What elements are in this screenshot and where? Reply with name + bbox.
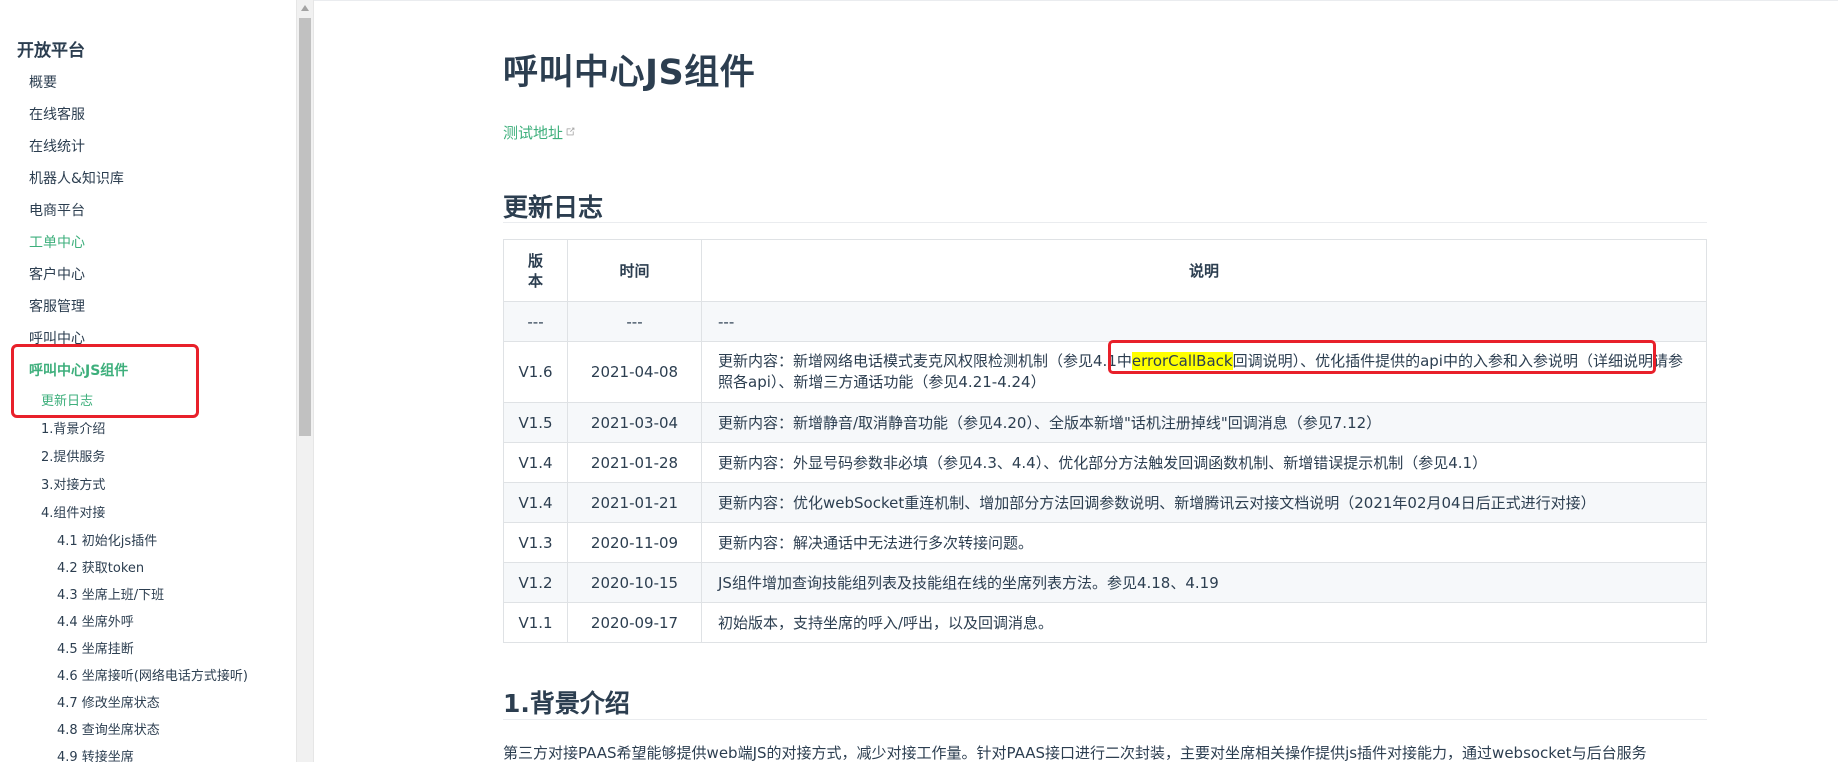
cell-date: 2021-01-28 (567, 442, 702, 483)
cell-version: V1.3 (503, 522, 568, 563)
table-row: V1.6 2021-04-08 更新内容：新增网络电话模式麦克风权限检测机制（参… (503, 341, 1707, 403)
desc-part-a: 更新内容：新增网络电话模式麦克风权限检测机制（参见4.1中 (718, 352, 1132, 370)
sidebar-subsubitem[interactable]: 4.7 修改坐席状态 (0, 690, 296, 717)
cell-desc: --- (701, 301, 1707, 342)
cell-date: 2020-11-09 (567, 522, 702, 563)
col-header-date: 时间 (567, 239, 702, 302)
page-title: 呼叫中心JS组件 (503, 53, 756, 93)
sidebar-subsubitem[interactable]: 4.5 坐席挂断 (0, 636, 296, 663)
table-row: V1.4 2021-01-21 更新内容：优化webSocket重连机制、增加部… (503, 482, 1707, 523)
scrollbar-thumb[interactable] (299, 18, 311, 436)
table-row: V1.2 2020-10-15 JS组件增加查询技能组列表及技能组在线的坐席列表… (503, 562, 1707, 603)
sidebar-subsubitem[interactable]: 4.3 坐席上班/下班 (0, 582, 296, 609)
col-header-version: 版本 (503, 239, 568, 302)
background-heading-divider (503, 719, 1707, 720)
sidebar-subsubnav: 4.1 初始化js插件 4.2 获取token 4.3 坐席上班/下班 4.4 … (0, 528, 296, 762)
sidebar-item-agent-management[interactable]: 客服管理 (0, 291, 296, 323)
background-paragraph: 第三方对接PAAS希望能够提供web端JS的对接方式，减少对接工作量。针对PAA… (503, 744, 1647, 762)
cell-version: V1.2 (503, 562, 568, 603)
cell-date: 2021-01-21 (567, 482, 702, 523)
changelog-heading-divider (503, 222, 1707, 223)
sidebar-title: 开放平台 (17, 41, 85, 61)
changelog-table: 版本 时间 说明 --- --- --- V1.6 2021-04-08 更新内… (503, 239, 1707, 643)
cell-date: 2020-09-17 (567, 602, 702, 643)
sidebar-item-ecommerce[interactable]: 电商平台 (0, 195, 296, 227)
cell-date: 2020-10-15 (567, 562, 702, 603)
sidebar-item-online-service[interactable]: 在线客服 (0, 99, 296, 131)
top-divider (314, 0, 1838, 1)
sidebar-nav: 概要 在线客服 在线统计 机器人&知识库 电商平台 工单中心 客户中心 客服管理… (0, 67, 296, 387)
sidebar-item-ticket-center[interactable]: 工单中心 (0, 227, 296, 259)
sidebar-item-overview[interactable]: 概要 (0, 67, 296, 99)
sidebar-subitem-services[interactable]: 2.提供服务 (0, 444, 296, 472)
sidebar-subsubitem[interactable]: 4.9 转接坐席 (0, 744, 296, 762)
cell-version: V1.4 (503, 442, 568, 483)
cell-date: 2021-04-08 (567, 341, 702, 403)
sidebar-item-call-center[interactable]: 呼叫中心 (0, 323, 296, 355)
changelog-heading: 更新日志 (503, 193, 604, 222)
sidebar-subsubitem[interactable]: 4.1 初始化js插件 (0, 528, 296, 555)
test-address-label: 测试地址 (503, 124, 564, 142)
sidebar-scrollbar[interactable] (296, 0, 314, 762)
sidebar-item-robot-knowledge[interactable]: 机器人&知识库 (0, 163, 296, 195)
sidebar-subsubitem[interactable]: 4.4 坐席外呼 (0, 609, 296, 636)
table-row: --- --- --- (503, 301, 1707, 342)
cell-desc: 更新内容：外显号码参数非必填（参见4.3、4.4）、优化部分方法触发回调函数机制… (701, 442, 1707, 483)
external-link-icon (566, 127, 575, 136)
table-row: V1.5 2021-03-04 更新内容：新增静音/取消静音功能（参见4.20）… (503, 402, 1707, 443)
test-address-link[interactable]: 测试地址 (503, 122, 576, 143)
cell-desc: 更新内容：优化webSocket重连机制、增加部分方法回调参数说明、新增腾讯云对… (701, 482, 1707, 523)
cell-date: 2021-03-04 (567, 402, 702, 443)
table-row: V1.1 2020-09-17 初始版本，支持坐席的呼入/呼出，以及回调消息。 (503, 602, 1707, 643)
sidebar-subitem-integration[interactable]: 3.对接方式 (0, 472, 296, 500)
cell-desc: 初始版本，支持坐席的呼入/呼出，以及回调消息。 (701, 602, 1707, 643)
sidebar-subsubitem[interactable]: 4.6 坐席接听(网络电话方式接听) (0, 663, 296, 690)
cell-version: V1.1 (503, 602, 568, 643)
sidebar-item-online-stats[interactable]: 在线统计 (0, 131, 296, 163)
sidebar-subsubitem[interactable]: 4.2 获取token (0, 555, 296, 582)
cell-desc: JS组件增加查询技能组列表及技能组在线的坐席列表方法。参见4.18、4.19 (701, 562, 1707, 603)
sidebar-subitem-component[interactable]: 4.组件对接 (0, 500, 296, 528)
cell-desc: 更新内容：新增静音/取消静音功能（参见4.20）、全版本新增"话机注册掉线"回调… (701, 402, 1707, 443)
col-header-desc: 说明 (701, 239, 1707, 302)
scroll-up-arrow-icon[interactable] (301, 5, 309, 11)
cell-date: --- (567, 301, 702, 342)
cell-version: V1.6 (503, 341, 568, 403)
cell-desc: 更新内容：新增网络电话模式麦克风权限检测机制（参见4.1中errorCallBa… (701, 341, 1707, 403)
background-heading: 1.背景介绍 (503, 689, 630, 718)
cell-version: V1.5 (503, 402, 568, 443)
main-content: 呼叫中心JS组件 测试地址 更新日志 版本 时间 说明 --- --- --- … (314, 0, 1838, 762)
table-row: V1.4 2021-01-28 更新内容：外显号码参数非必填（参见4.3、4.4… (503, 442, 1707, 483)
sidebar-subsubitem[interactable]: 4.8 查询坐席状态 (0, 717, 296, 744)
sidebar-item-customer-center[interactable]: 客户中心 (0, 259, 296, 291)
sidebar: 开放平台 概要 在线客服 在线统计 机器人&知识库 电商平台 工单中心 客户中心… (0, 0, 296, 762)
highlighted-term: errorCallBack (1131, 352, 1233, 370)
cell-version: --- (503, 301, 568, 342)
table-row: V1.3 2020-11-09 更新内容：解决通话中无法进行多次转接问题。 (503, 522, 1707, 563)
sidebar-subitem-changelog[interactable]: 更新日志 (0, 388, 296, 416)
sidebar-subitem-background[interactable]: 1.背景介绍 (0, 416, 296, 444)
sidebar-subnav: 更新日志 1.背景介绍 2.提供服务 3.对接方式 4.组件对接 (0, 388, 296, 528)
cell-desc: 更新内容：解决通话中无法进行多次转接问题。 (701, 522, 1707, 563)
cell-version: V1.4 (503, 482, 568, 523)
sidebar-item-call-center-js[interactable]: 呼叫中心JS组件 (0, 355, 296, 387)
table-header-row: 版本 时间 说明 (503, 239, 1707, 302)
